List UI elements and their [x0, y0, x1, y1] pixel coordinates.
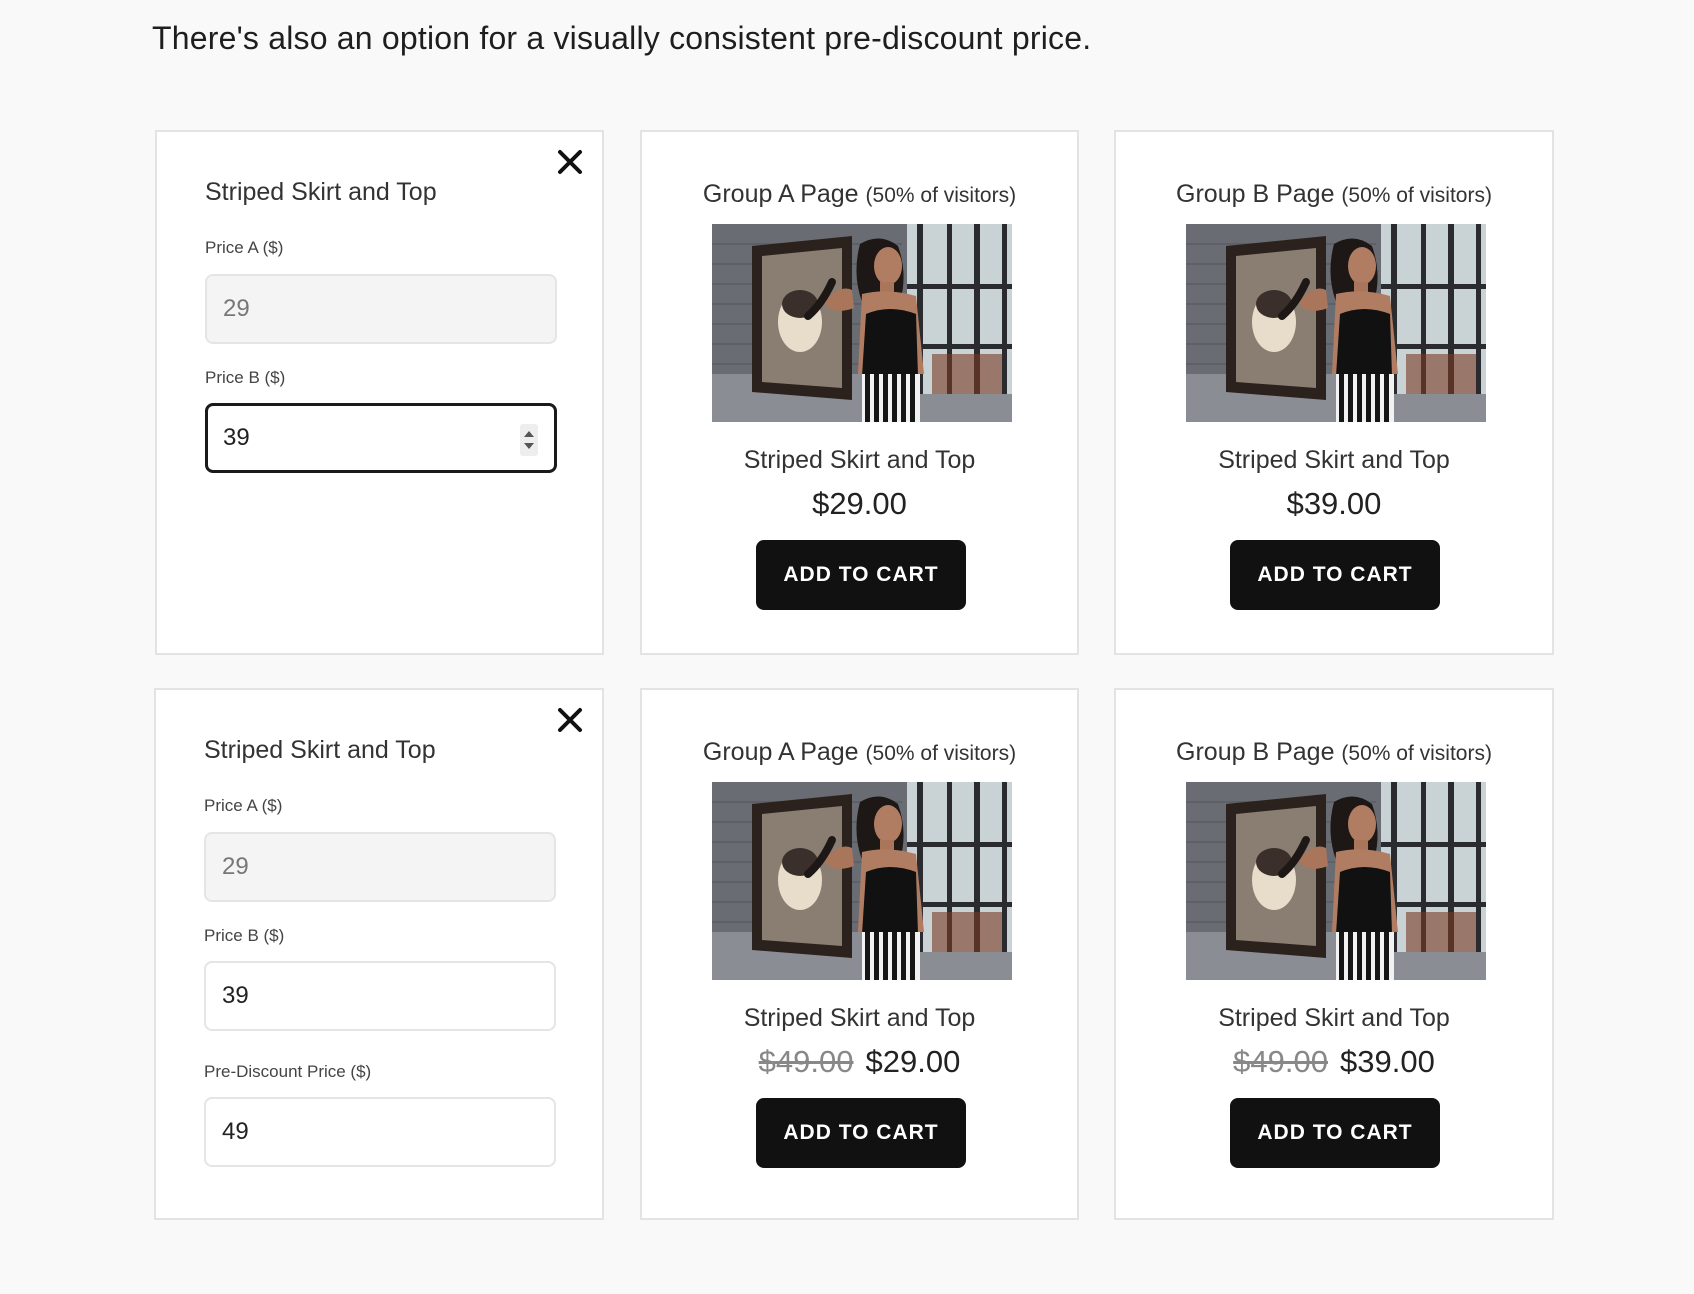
add-to-cart-button[interactable]: ADD TO CART [1230, 540, 1440, 610]
group-share: (50% of visitors) [865, 184, 1017, 207]
group-name: Group B Page [1176, 180, 1335, 208]
current-price: $39.00 [1340, 1044, 1435, 1079]
current-price: $39.00 [1286, 486, 1382, 521]
price-a-field: 29 [204, 832, 556, 902]
price-a-value: 29 [222, 853, 249, 880]
group-name: Group B Page [1176, 738, 1335, 766]
close-icon[interactable] [554, 704, 586, 736]
group-name: Group A Page [702, 738, 859, 766]
product-price: $29.00 [642, 486, 1077, 522]
number-spinner-icon[interactable] [520, 424, 538, 456]
price-a-label: Price A ($) [204, 796, 283, 815]
group-share: (50% of visitors) [865, 742, 1017, 765]
product-price: $39.00 [1116, 486, 1552, 522]
price-editor-card: Striped Skirt and Top Price A ($) 29 Pri… [154, 688, 604, 1220]
pre-discount-field[interactable]: 49 [204, 1097, 556, 1167]
product-name: Striped Skirt and Top [743, 1004, 976, 1032]
group-b-preview-card: Group B Page (50% of visitors) Striped S… [1114, 688, 1554, 1220]
price-b-value: 39 [222, 982, 249, 1009]
product-price: $49.00 $29.00 [642, 1044, 1077, 1080]
price-b-field[interactable]: 39 [204, 961, 556, 1031]
product-title: Striped Skirt and Top [205, 178, 437, 206]
price-b-value: 39 [223, 424, 250, 451]
product-name: Striped Skirt and Top [743, 446, 976, 474]
pre-discount-price: $49.00 [758, 1044, 854, 1079]
current-price: $29.00 [865, 1044, 961, 1079]
add-to-cart-button[interactable]: ADD TO CART [756, 540, 966, 610]
product-photo [1186, 782, 1486, 980]
price-b-field[interactable]: 39 [205, 403, 557, 473]
group-name: Group A Page [702, 180, 859, 208]
product-photo [712, 224, 1012, 422]
product-price: $49.00 $39.00 [1116, 1044, 1552, 1080]
intro-text: There's also an option for a visually co… [152, 20, 1092, 56]
group-title: Group B Page (50% of visitors) [1116, 180, 1552, 209]
close-icon[interactable] [554, 146, 586, 178]
group-title: Group A Page (50% of visitors) [642, 738, 1077, 767]
pre-discount-value: 49 [222, 1118, 249, 1145]
price-b-label: Price B ($) [205, 368, 286, 387]
product-photo [712, 782, 1012, 980]
group-share: (50% of visitors) [1341, 742, 1492, 765]
product-photo [1186, 224, 1486, 422]
group-b-preview-card: Group B Page (50% of visitors) Striped S… [1114, 130, 1554, 655]
product-title: Striped Skirt and Top [204, 736, 436, 764]
pre-discount-label: Pre-Discount Price ($) [204, 1062, 372, 1081]
add-to-cart-button[interactable]: ADD TO CART [1230, 1098, 1440, 1168]
pre-discount-price: $49.00 [1233, 1044, 1328, 1079]
product-name: Striped Skirt and Top [1218, 1004, 1450, 1032]
group-a-preview-card: Group A Page (50% of visitors) Striped S… [640, 688, 1079, 1220]
price-a-value: 29 [223, 295, 250, 322]
price-editor-card: Striped Skirt and Top Price A ($) 29 Pri… [155, 130, 604, 655]
add-to-cart-button[interactable]: ADD TO CART [756, 1098, 966, 1168]
price-b-label: Price B ($) [204, 926, 285, 945]
group-title: Group B Page (50% of visitors) [1116, 738, 1552, 767]
group-title: Group A Page (50% of visitors) [642, 180, 1077, 209]
group-share: (50% of visitors) [1341, 184, 1492, 207]
price-a-label: Price A ($) [205, 238, 284, 257]
product-name: Striped Skirt and Top [1218, 446, 1450, 474]
group-a-preview-card: Group A Page (50% of visitors) Striped S… [640, 130, 1079, 655]
current-price: $29.00 [812, 486, 907, 521]
price-a-field: 29 [205, 274, 557, 344]
